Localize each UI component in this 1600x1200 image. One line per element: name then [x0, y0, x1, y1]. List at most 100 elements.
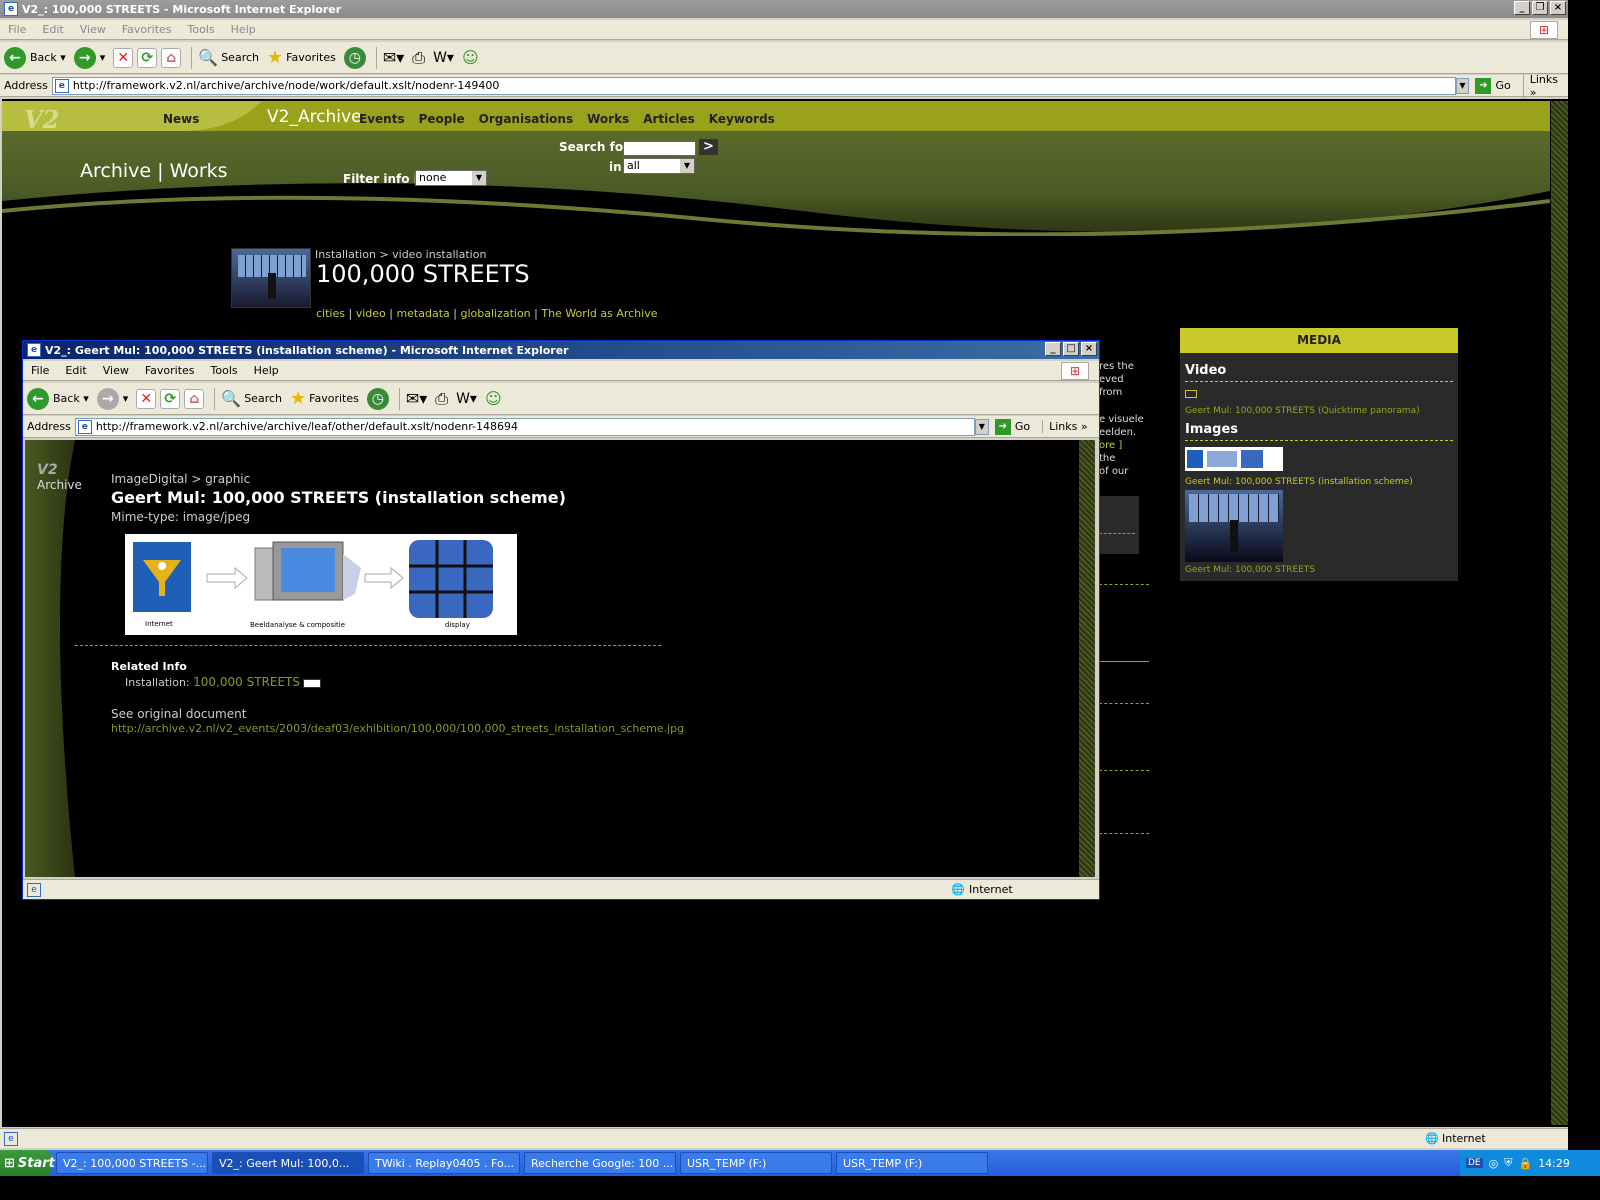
links-button[interactable]: Links »	[1042, 420, 1088, 433]
menu-help[interactable]: Help	[223, 23, 264, 36]
nav-archive[interactable]: V2_Archive	[267, 107, 362, 127]
minimize-button[interactable]: _	[1045, 342, 1061, 356]
menu-edit[interactable]: Edit	[57, 364, 94, 377]
filter-select[interactable]: none ▼	[415, 170, 487, 186]
image-link-streets[interactable]: Geert Mul: 100,000 STREETS	[1185, 565, 1453, 575]
print-icon[interactable]: ⎙	[435, 389, 448, 409]
menu-edit[interactable]: Edit	[34, 23, 71, 36]
favorites-button[interactable]: ★ Favorites	[290, 388, 359, 409]
menu-file[interactable]: File	[0, 23, 34, 36]
vertical-scrollbar[interactable]	[1551, 101, 1568, 1125]
search-button[interactable]: 🔍 Search	[198, 48, 259, 67]
film-icon[interactable]	[1185, 390, 1197, 398]
back-button[interactable]: ← Back ▾	[4, 46, 66, 69]
task-button[interactable]: V2_: Geert Mul: 100,0...	[212, 1152, 364, 1174]
stop-icon[interactable]: ✕	[136, 388, 157, 409]
archive-logo[interactable]: V2 Archive	[37, 462, 82, 492]
nav-organisations[interactable]: Organisations	[479, 112, 573, 126]
refresh-icon[interactable]: ⟳	[137, 47, 158, 68]
menu-help[interactable]: Help	[246, 364, 287, 377]
start-button[interactable]: ⊞ Start	[0, 1150, 55, 1176]
related-link[interactable]: 100,000 STREETS	[193, 675, 300, 689]
address-dropdown-icon[interactable]: ▼	[1455, 77, 1470, 94]
scheme-thumbnail[interactable]	[1185, 447, 1283, 471]
nav-works[interactable]: Works	[587, 112, 629, 126]
lock-icon[interactable]: 🔒	[1518, 1157, 1532, 1170]
popup-scrollbar[interactable]	[1079, 440, 1095, 877]
task-button[interactable]: TWiki . Replay0405 . Fo...	[368, 1152, 520, 1174]
original-link[interactable]: http://archive.v2.nl/v2_events/2003/deaf…	[111, 722, 684, 735]
print-icon[interactable]: ⎙	[412, 48, 425, 68]
tag-link[interactable]: globalization	[460, 307, 530, 320]
nav-people[interactable]: People	[419, 112, 465, 126]
mail-icon[interactable]: ✉▾	[406, 389, 427, 408]
stop-icon[interactable]: ✕	[113, 47, 134, 68]
tag-link[interactable]: The World as Archive	[541, 307, 657, 320]
maximize-button[interactable]: ❐	[1532, 1, 1548, 15]
task-button[interactable]: Recherche Google: 100 ...	[524, 1152, 676, 1174]
task-button[interactable]: USR_TEMP (F:)	[836, 1152, 988, 1174]
address-dropdown-icon[interactable]: ▼	[974, 418, 989, 435]
messenger-icon[interactable]: ☺	[485, 389, 502, 408]
search-button[interactable]: 🔍 Search	[221, 389, 282, 408]
image-link-scheme[interactable]: Geert Mul: 100,000 STREETS (installation…	[1185, 477, 1453, 487]
task-button[interactable]: USR_TEMP (F:)	[680, 1152, 832, 1174]
menu-view[interactable]: View	[95, 364, 137, 377]
history-icon[interactable]: ◷	[366, 387, 389, 410]
language-indicator[interactable]: DE	[1466, 1158, 1483, 1168]
menu-tools[interactable]: Tools	[180, 23, 223, 36]
maximize-button[interactable]: □	[1063, 342, 1079, 356]
go-button[interactable]: ➔ Go	[1475, 77, 1511, 94]
messenger-icon[interactable]: ☺	[462, 48, 479, 67]
work-thumbnail[interactable]	[231, 248, 311, 308]
links-button[interactable]: Links »	[1522, 72, 1568, 99]
popup-viewport: V2 Archive ImageDigital > graphic Geert …	[25, 440, 1079, 877]
page-icon: e	[77, 419, 92, 434]
home-icon[interactable]: ⌂	[161, 47, 182, 68]
toolbar-separator	[214, 387, 216, 410]
menu-tools[interactable]: Tools	[203, 364, 246, 377]
go-arrow-icon: ➔	[994, 418, 1011, 435]
shield-icon[interactable]: ⛨	[1504, 1156, 1512, 1170]
nav-events[interactable]: Events	[359, 112, 405, 126]
network-icon[interactable]: ◎	[1489, 1157, 1499, 1170]
edit-icon[interactable]: W▾	[456, 391, 477, 407]
search-input[interactable]	[623, 141, 696, 156]
menu-favorites[interactable]: Favorites	[137, 364, 203, 377]
forward-button[interactable]: → ▾	[73, 46, 105, 69]
edit-icon[interactable]: W▾	[433, 50, 454, 66]
v2-logo[interactable]: V2	[24, 105, 134, 134]
history-icon[interactable]: ◷	[343, 46, 366, 69]
address-input[interactable]: e http://framework.v2.nl/archive/archive…	[51, 76, 1456, 95]
mail-icon[interactable]: ✉▾	[383, 48, 404, 67]
more-icon[interactable]	[303, 678, 322, 688]
favorites-button[interactable]: ★ Favorites	[267, 47, 336, 68]
partial-line[interactable]: ore ]	[1099, 439, 1149, 452]
close-button[interactable]: ×	[1550, 1, 1566, 15]
page-status-icon: e	[27, 882, 41, 897]
nav-articles[interactable]: Articles	[643, 112, 695, 126]
go-button[interactable]: ➔ Go	[994, 418, 1030, 435]
in-select[interactable]: all ▼	[623, 158, 695, 174]
menu-favorites[interactable]: Favorites	[114, 23, 180, 36]
tag-link[interactable]: metadata	[396, 307, 449, 320]
refresh-icon[interactable]: ⟳	[160, 388, 181, 409]
nav-news[interactable]: News	[163, 112, 199, 126]
minimize-button[interactable]: _	[1514, 1, 1530, 15]
forward-button[interactable]: → ▾	[96, 387, 128, 410]
tag-link[interactable]: cities	[316, 307, 345, 320]
nav-keywords[interactable]: Keywords	[709, 112, 775, 126]
search-submit-button[interactable]: >	[699, 139, 718, 155]
popup-title-bar[interactable]: e V2_: Geert Mul: 100,000 STREETS (insta…	[23, 341, 1099, 359]
back-button[interactable]: ← Back ▾	[27, 387, 89, 410]
close-button[interactable]: ×	[1081, 342, 1097, 356]
streets-thumbnail[interactable]	[1185, 490, 1283, 562]
tag-link[interactable]: video	[356, 307, 386, 320]
home-icon[interactable]: ⌂	[184, 388, 205, 409]
menu-view[interactable]: View	[72, 23, 114, 36]
address-input[interactable]: e http://framework.v2.nl/archive/archive…	[74, 417, 975, 436]
menu-file[interactable]: File	[23, 364, 57, 377]
task-button[interactable]: V2_: 100,000 STREETS -...	[56, 1152, 208, 1174]
main-title-bar[interactable]: e V2_: 100,000 STREETS - Microsoft Inter…	[0, 0, 1568, 18]
video-link[interactable]: Geert Mul: 100,000 STREETS (Quicktime pa…	[1185, 406, 1453, 416]
